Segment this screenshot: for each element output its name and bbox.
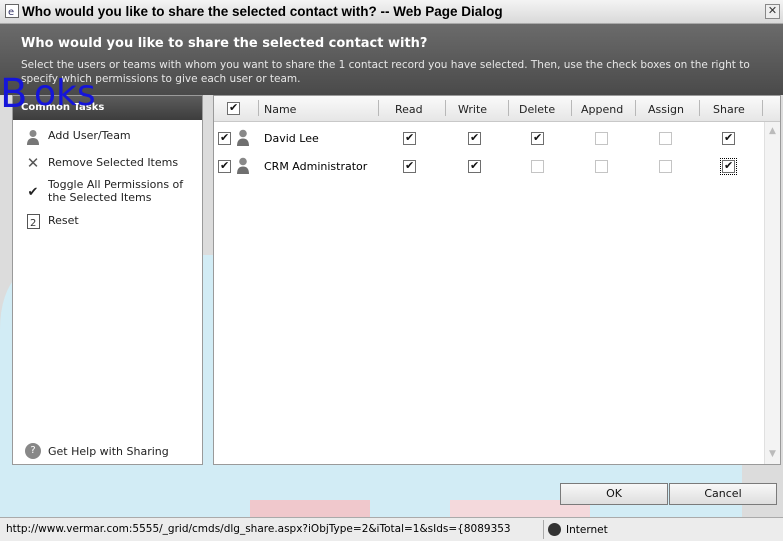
- overlay-text-oks: oks: [34, 73, 96, 114]
- user-icon: [25, 129, 41, 145]
- append-checkbox[interactable]: [595, 132, 608, 145]
- task-label: Toggle All Permissions of the Selected I…: [48, 178, 184, 204]
- read-checkbox[interactable]: ✔: [403, 159, 416, 173]
- status-url: http://www.vermar.com:5555/_grid/cmds/dl…: [6, 523, 511, 535]
- select-all-checkbox[interactable]: ✔: [227, 101, 240, 115]
- scroll-down-icon[interactable]: ▼: [767, 449, 778, 460]
- svg-text:e: e: [8, 7, 14, 18]
- assign-checkbox[interactable]: [659, 132, 672, 145]
- share-checkbox[interactable]: ✔: [720, 158, 737, 175]
- column-assign[interactable]: Assign: [648, 103, 684, 116]
- user-icon: [237, 157, 249, 174]
- help-icon: ?: [25, 443, 41, 459]
- svg-text:2: 2: [30, 218, 36, 229]
- tasks-panel: Common Tasks Add User/Team ✕ Remove Sele…: [12, 95, 203, 465]
- remove-selected-button[interactable]: ✕ Remove Selected Items: [13, 156, 178, 172]
- row-name: David Lee: [264, 132, 319, 145]
- read-checkbox[interactable]: ✔: [403, 131, 416, 145]
- dialog-title: Who would you like to share the selected…: [21, 36, 428, 51]
- row-name: CRM Administrator: [264, 160, 368, 173]
- delete-checkbox[interactable]: [531, 160, 544, 173]
- column-read[interactable]: Read: [395, 103, 423, 116]
- task-label: Remove Selected Items: [48, 156, 179, 169]
- column-name[interactable]: Name: [264, 103, 296, 116]
- column-share[interactable]: Share: [713, 103, 745, 116]
- column-delete[interactable]: Delete: [519, 103, 555, 116]
- share-grid: ✔ Name Read Write Delete Append Assign S…: [213, 95, 781, 465]
- window-title: Who would you like to share the selected…: [22, 4, 503, 19]
- help-link[interactable]: ? Get Help with Sharing: [25, 443, 169, 459]
- grid-scrollbar[interactable]: ▲ ▼: [764, 122, 780, 464]
- dialog-header: Who would you like to share the selected…: [0, 24, 783, 95]
- table-row[interactable]: ✔ David Lee ✔ ✔ ✔ ✔: [214, 125, 766, 151]
- append-checkbox[interactable]: [595, 160, 608, 173]
- share-checkbox[interactable]: ✔: [722, 131, 735, 145]
- column-append[interactable]: Append: [581, 103, 623, 116]
- x-icon: ✕: [26, 154, 40, 172]
- task-label: Add User/Team: [48, 129, 131, 142]
- grid-header: ✔ Name Read Write Delete Append Assign S…: [214, 96, 780, 122]
- column-write[interactable]: Write: [458, 103, 487, 116]
- overlay-text-b: B: [0, 71, 28, 117]
- add-user-team-button[interactable]: Add User/Team: [13, 129, 131, 145]
- window-titlebar: e Who would you like to share the select…: [0, 0, 783, 24]
- security-zone: Internet: [548, 523, 608, 536]
- ok-button[interactable]: OK: [560, 483, 668, 505]
- close-icon[interactable]: ✕: [765, 4, 780, 19]
- row-select-checkbox[interactable]: ✔: [218, 131, 231, 145]
- table-row[interactable]: ✔ CRM Administrator ✔ ✔ ✔: [214, 153, 766, 179]
- zone-label: Internet: [566, 523, 608, 536]
- write-checkbox[interactable]: ✔: [468, 131, 481, 145]
- dialog-description: Select the users or teams with whom you …: [21, 59, 750, 85]
- globe-icon: [548, 523, 561, 536]
- toggle-permissions-button[interactable]: ✔ Toggle All Permissions of the Selected…: [13, 178, 188, 204]
- delete-checkbox[interactable]: ✔: [531, 131, 544, 145]
- write-checkbox[interactable]: ✔: [468, 159, 481, 173]
- reset-icon: 2: [25, 214, 41, 230]
- ie-icon: e: [5, 4, 19, 18]
- scroll-up-icon[interactable]: ▲: [767, 126, 778, 137]
- reset-button[interactable]: 2 Reset: [13, 214, 79, 230]
- cancel-button[interactable]: Cancel: [669, 483, 777, 505]
- user-icon: [237, 129, 249, 146]
- help-label: Get Help with Sharing: [48, 444, 169, 458]
- status-bar: http://www.vermar.com:5555/_grid/cmds/dl…: [0, 517, 783, 541]
- task-label: Reset: [48, 214, 79, 227]
- assign-checkbox[interactable]: [659, 160, 672, 173]
- check-icon: ✔: [27, 185, 39, 200]
- row-select-checkbox[interactable]: ✔: [218, 159, 231, 173]
